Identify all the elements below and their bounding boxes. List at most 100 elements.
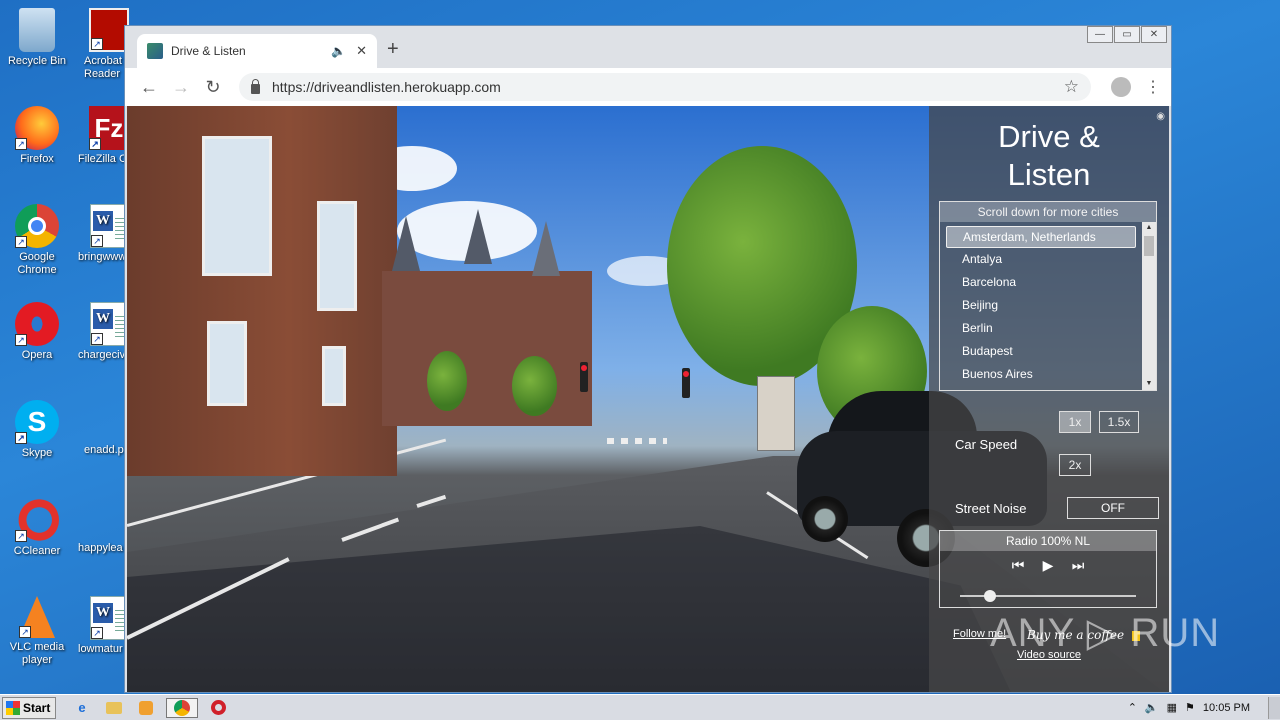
- city-list-scrollbar[interactable]: ▲ ▼: [1142, 222, 1156, 390]
- show-desktop-button[interactable]: [1268, 696, 1280, 719]
- ccleaner-icon: ↗: [15, 498, 59, 542]
- traffic-light: [682, 368, 690, 398]
- chrome-taskbar-icon[interactable]: [166, 697, 198, 718]
- new-tab-button[interactable]: +: [387, 38, 399, 61]
- desktop-icon-skype[interactable]: S ↗ Skype: [0, 400, 74, 460]
- clock[interactable]: 10:05 PM: [1203, 702, 1250, 714]
- desktop-icon-label: Opera: [21, 349, 53, 361]
- spire: [392, 216, 420, 271]
- scroll-down-arrow-icon[interactable]: ▼: [1142, 378, 1156, 390]
- volume-icon[interactable]: 🔈: [1145, 701, 1159, 714]
- desktop-icon-label: Google Chrome: [17, 251, 57, 276]
- app-title: Drive & Listen: [929, 118, 1169, 194]
- city-list[interactable]: Amsterdam, Netherlands Antalya Barcelona…: [946, 226, 1136, 386]
- speaker-icon[interactable]: 🔈: [331, 44, 346, 58]
- app-title-line1: Drive &: [998, 119, 1100, 154]
- street-video[interactable]: ◉ Drive & Listen Scroll down for more ci…: [127, 106, 1169, 692]
- desktop-icon-label: CCleaner: [13, 545, 61, 557]
- desktop-icon-label: Firefox: [20, 153, 54, 165]
- start-button[interactable]: Start: [2, 696, 56, 719]
- media-player-taskbar-icon[interactable]: [134, 698, 158, 718]
- desktop-icon-label: Recycle Bin: [7, 55, 67, 67]
- action-center-flag-icon[interactable]: ⚑: [1185, 701, 1195, 714]
- city-option-beijing[interactable]: Beijing: [946, 294, 1136, 317]
- start-label: Start: [23, 700, 51, 715]
- car-wheel: [802, 496, 848, 542]
- anyrun-watermark: ANY ▷ RUN: [990, 611, 1221, 655]
- radio-controls: ⏮ ▶ ⏭: [940, 557, 1156, 574]
- address-bar[interactable]: https://driveandlisten.herokuapp.com ☆: [239, 73, 1091, 101]
- system-tray: ⌃ 🔈 ▦ ⚑ 10:05 PM: [1120, 701, 1268, 715]
- desktop-icon-ccleaner[interactable]: ↗ CCleaner: [0, 498, 74, 558]
- city-option-barcelona[interactable]: Barcelona: [946, 271, 1136, 294]
- brick-building: [127, 106, 397, 476]
- speed-1x-button[interactable]: 1x: [1059, 411, 1091, 433]
- city-option-antalya[interactable]: Antalya: [946, 248, 1136, 271]
- crosswalk: [607, 438, 667, 444]
- building-window: [317, 201, 357, 311]
- spire: [464, 209, 492, 264]
- church-building: [382, 209, 592, 426]
- city-selector[interactable]: Scroll down for more cities Amsterdam, N…: [939, 201, 1157, 391]
- close-tab-icon[interactable]: ✕: [356, 43, 367, 59]
- opera-taskbar-icon[interactable]: [206, 698, 230, 718]
- acrobat-icon: ↗: [89, 8, 129, 52]
- show-hidden-icons-icon[interactable]: ⌃: [1128, 701, 1137, 714]
- bookmark-star-icon[interactable]: ☆: [1064, 77, 1079, 97]
- street-noise-toggle[interactable]: OFF: [1067, 497, 1159, 519]
- word-doc-icon: ↗: [90, 596, 128, 640]
- browser-toolbar: ← → ↻ https://driveandlisten.herokuapp.c…: [125, 68, 1171, 106]
- desktop-icon-firefox[interactable]: ↗ Firefox: [0, 106, 74, 166]
- play-icon[interactable]: ▶: [1033, 557, 1063, 574]
- volume-slider[interactable]: [960, 590, 1136, 602]
- desktop-icon-chrome[interactable]: ↗ Google Chrome: [0, 204, 74, 277]
- scroll-up-arrow-icon[interactable]: ▲: [1142, 222, 1156, 234]
- windows-logo-icon: [6, 700, 20, 715]
- network-icon[interactable]: ▦: [1167, 701, 1177, 714]
- building-window: [322, 346, 346, 406]
- taskbar: Start e ⌃ 🔈 ▦ ⚑ 10:05 PM: [0, 694, 1280, 720]
- maximize-button[interactable]: ▭: [1114, 26, 1140, 43]
- browser-menu-icon[interactable]: ⋮: [1145, 77, 1161, 97]
- car-speed-label: Car Speed: [955, 437, 1018, 452]
- next-station-icon[interactable]: ⏭: [1063, 557, 1093, 574]
- desktop-icon-recycle-bin[interactable]: Recycle Bin: [0, 8, 74, 68]
- firefox-icon: ↗: [15, 106, 59, 150]
- word-doc-icon: ↗: [90, 204, 128, 248]
- previous-station-icon[interactable]: ⏮: [1003, 557, 1033, 574]
- site-favicon-icon: [147, 43, 163, 59]
- tab-title: Drive & Listen: [171, 44, 246, 58]
- speed-1-5x-button[interactable]: 1.5x: [1099, 411, 1139, 433]
- scroll-thumb[interactable]: [1144, 236, 1154, 256]
- control-panel: ◉ Drive & Listen Scroll down for more ci…: [929, 106, 1169, 692]
- app-title-line2: Listen: [1007, 157, 1091, 192]
- desktop-icon-opera[interactable]: ↗ Opera: [0, 302, 74, 362]
- volume-knob[interactable]: [983, 590, 996, 602]
- url-text[interactable]: https://driveandlisten.herokuapp.com: [272, 79, 1064, 95]
- tree: [512, 356, 557, 416]
- file-explorer-taskbar-icon[interactable]: [102, 698, 126, 718]
- tab-drive-and-listen[interactable]: Drive & Listen 🔈 ✕: [137, 34, 377, 68]
- minimize-button[interactable]: —: [1087, 26, 1113, 43]
- city-option-berlin[interactable]: Berlin: [946, 317, 1136, 340]
- close-window-button[interactable]: ✕: [1141, 26, 1167, 43]
- reload-button[interactable]: ↻: [199, 77, 227, 98]
- recycle-bin-icon: [19, 8, 55, 52]
- forward-button[interactable]: →: [167, 77, 195, 98]
- internet-explorer-taskbar-icon[interactable]: e: [70, 698, 94, 718]
- desktop-icon-vlc[interactable]: ↗ VLC media player: [0, 596, 74, 667]
- lock-icon: [251, 79, 260, 94]
- back-button[interactable]: ←: [135, 77, 163, 98]
- city-option-amsterdam[interactable]: Amsterdam, Netherlands: [946, 226, 1136, 248]
- chrome-icon: ↗: [15, 204, 59, 248]
- city-option-buenos-aires[interactable]: Buenos Aires: [946, 363, 1136, 386]
- speed-2x-button[interactable]: 2x: [1059, 454, 1091, 476]
- filezilla-icon: Fz ↗: [89, 106, 129, 150]
- vlc-cone-icon: ↗: [19, 596, 55, 638]
- hide-panel-icon[interactable]: ◉: [1156, 111, 1165, 122]
- profile-avatar[interactable]: [1111, 77, 1131, 97]
- browser-window: Drive & Listen 🔈 ✕ + — ▭ ✕ ← → ↻ https:/…: [124, 25, 1172, 693]
- traffic-light: [580, 362, 588, 392]
- building-window: [207, 321, 247, 406]
- city-option-budapest[interactable]: Budapest: [946, 340, 1136, 363]
